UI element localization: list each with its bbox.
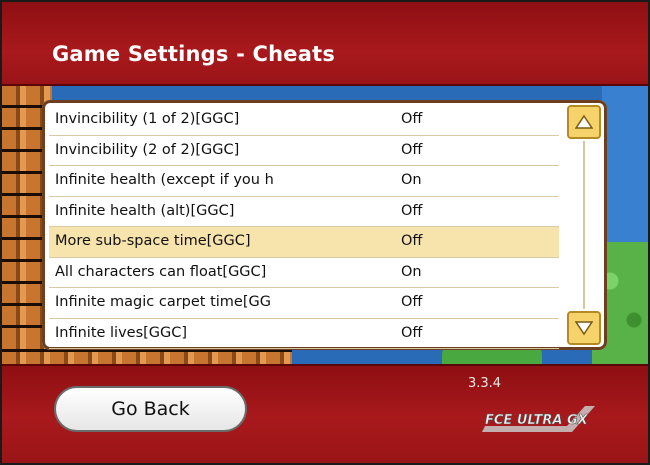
app-logo: FCE ULTRA GX xyxy=(482,406,595,432)
screen: Game Settings - Cheats Invincibility (1 … xyxy=(0,0,650,465)
cheat-state: Off xyxy=(401,324,423,341)
cheats-list: Invincibility (1 of 2)[GGC] Off Invincibil… xyxy=(49,105,559,349)
cheat-name: Invincibility (2 of 2)[GGC] xyxy=(55,141,240,158)
cheat-state: On xyxy=(401,172,422,188)
cheat-name: More sub-space time[GGC] xyxy=(55,233,251,249)
arrow-down-icon xyxy=(575,321,593,336)
cheat-row[interactable]: Invincibility (1 of 2)[GGC] Off xyxy=(49,105,559,136)
cheat-state: Off xyxy=(401,202,423,219)
cheat-row[interactable]: Infinite magic carpet time[GG Off xyxy=(49,288,559,319)
cheat-row[interactable]: All characters can float[GGC] On xyxy=(49,258,559,288)
cheat-name: Invincibility (1 of 2)[GGC] xyxy=(55,111,240,127)
cheat-name: Infinite magic carpet time[GG xyxy=(55,294,271,310)
cheat-row[interactable]: More sub-space time[GGC] Off xyxy=(49,227,559,258)
cheat-state: Off xyxy=(401,294,423,310)
arrow-up-icon xyxy=(575,114,593,129)
cheat-row[interactable]: Invincibility (2 of 2)[GGC] Off xyxy=(49,136,559,166)
cheat-name: All characters can float[GGC] xyxy=(55,263,267,280)
cheat-state: Off xyxy=(401,141,423,158)
cheat-name: Infinite lives[GGC] xyxy=(55,324,188,341)
background-sky xyxy=(602,82,648,242)
cheat-state: Off xyxy=(401,233,423,249)
logo-text: FCE ULTRA GX xyxy=(485,413,589,428)
scroll-down-button[interactable] xyxy=(567,311,601,345)
scroll-up-button[interactable] xyxy=(567,105,601,139)
version-label: 3.3.4 xyxy=(468,376,502,391)
scrollbar[interactable] xyxy=(567,105,602,345)
cheat-row[interactable]: Infinite health (except if you h On xyxy=(49,166,559,197)
cheat-row[interactable]: Infinite health (alt)[GGC] Off xyxy=(49,197,559,227)
cheat-name: Infinite health (except if you h xyxy=(55,172,274,188)
footer-bar: Go Back 3.3.4 FCE ULTRA GX xyxy=(2,364,648,463)
go-back-button[interactable]: Go Back xyxy=(54,386,247,432)
header-bar: Game Settings - Cheats xyxy=(2,2,648,86)
cheat-state: Off xyxy=(401,111,423,127)
cheat-name: Infinite health (alt)[GGC] xyxy=(55,202,235,219)
cheat-state: On xyxy=(401,263,422,280)
scroll-track xyxy=(583,141,585,309)
page-title: Game Settings - Cheats xyxy=(52,42,336,66)
cheat-row[interactable]: Infinite lives[GGC] Off xyxy=(49,319,559,349)
